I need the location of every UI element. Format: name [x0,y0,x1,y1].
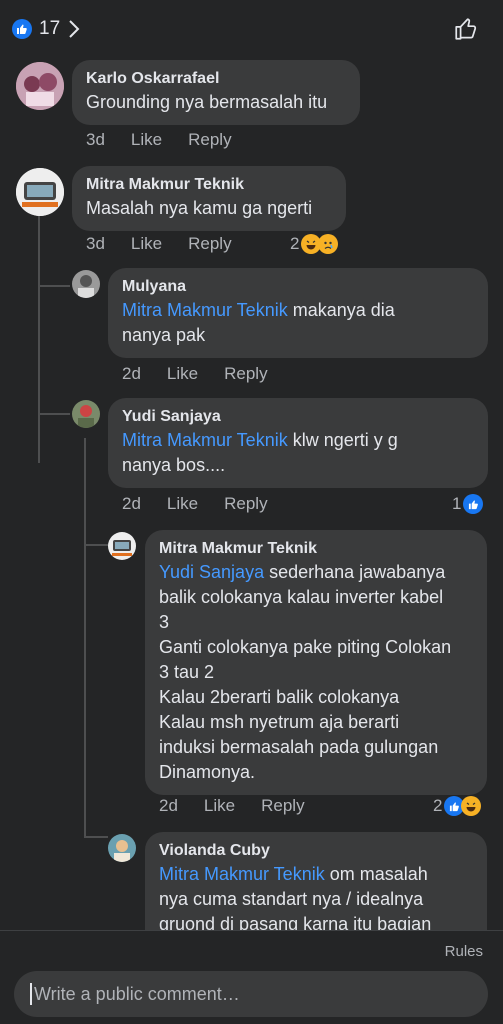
reaction-count: 2 [290,234,300,253]
like-button[interactable]: Like [167,364,198,384]
thread-line [38,285,70,287]
comment-time: 3d [86,130,105,149]
comment-text: Yudi Sanjaya sederhana jawabanya balik c… [159,562,452,782]
reaction-summary[interactable]: 2 [433,796,482,816]
thread-line [38,413,70,415]
comment-time: 2d [159,796,178,815]
like-icon [463,494,484,514]
rules-link[interactable]: Rules [445,943,483,960]
comment-time: 3d [86,234,105,253]
mention-link[interactable]: Yudi Sanjaya [159,562,264,582]
avatar[interactable] [16,62,64,110]
thumbs-up-outline-icon[interactable] [453,16,479,47]
comment-author[interactable]: Mulyana [122,276,474,298]
text-caret [30,983,32,1005]
reactions-header[interactable]: 17 [0,0,503,58]
thread-line [84,544,108,546]
thread-line [84,836,108,838]
comment-actions: 2d Like Reply [159,796,331,816]
sad-icon [318,234,339,254]
like-icon [12,19,32,39]
comment-input[interactable]: Write a public comment… [14,971,488,1017]
comment-actions: 2d Like Reply [122,364,294,384]
comment-author[interactable]: Mitra Makmur Teknik [86,174,332,196]
comment-text: Mitra Makmur Teknik makanya dia nanya pa… [122,300,395,345]
comment-bubble[interactable]: Violanda Cuby Mitra Makmur Teknik om mas… [145,832,487,930]
comment-thread[interactable]: Karlo Oskarrafael Grounding nya bermasal… [0,58,503,930]
comment-composer: Rules Write a public comment… [0,930,503,1024]
mention-link[interactable]: Mitra Makmur Teknik [159,864,325,884]
comment-bubble[interactable]: Karlo Oskarrafael Grounding nya bermasal… [72,60,360,125]
comment-actions: 3d Like Reply [86,130,258,150]
comment-bubble[interactable]: Mitra Makmur Teknik Masalah nya kamu ga … [72,166,346,231]
comment-author[interactable]: Mitra Makmur Teknik [159,538,473,560]
avatar[interactable] [108,834,136,862]
reply-button[interactable]: Reply [224,364,267,384]
comment-bubble[interactable]: Mitra Makmur Teknik Yudi Sanjaya sederha… [145,530,487,795]
like-button[interactable]: Like [204,796,235,816]
comment-author[interactable]: Karlo Oskarrafael [86,68,346,90]
avatar[interactable] [16,168,64,216]
reply-button[interactable]: Reply [224,494,267,514]
like-button[interactable]: Like [131,234,162,254]
avatar[interactable] [72,400,100,428]
reaction-count: 17 [39,18,61,39]
reaction-count: 1 [452,494,462,513]
comment-text: Grounding nya bermasalah itu [86,92,328,112]
comment-bubble[interactable]: Mulyana Mitra Makmur Teknik makanya dia … [108,268,488,358]
mention-link[interactable]: Mitra Makmur Teknik [122,430,288,450]
like-button[interactable]: Like [131,130,162,150]
like-button[interactable]: Like [167,494,198,514]
reaction-summary[interactable]: 1 [452,494,484,514]
comment-text: Masalah nya kamu ga ngerti [86,198,313,218]
thread-line [84,438,86,838]
comment-bubble[interactable]: Yudi Sanjaya Mitra Makmur Teknik klw nge… [108,398,488,488]
mention-link[interactable]: Mitra Makmur Teknik [122,300,288,320]
reply-button[interactable]: Reply [261,796,304,816]
comment-actions: 3d Like Reply [86,234,258,254]
haha-icon [461,796,482,816]
avatar[interactable] [108,532,136,560]
reply-button[interactable]: Reply [188,234,231,254]
comment-actions: 2d Like Reply [122,494,294,514]
comment-author[interactable]: Yudi Sanjaya [122,406,474,428]
avatar[interactable] [72,270,100,298]
comment-text: Mitra Makmur Teknik klw ngerti y g nanya… [122,430,398,475]
comment-time: 2d [122,494,141,513]
thread-line [38,213,40,463]
comment-text: Mitra Makmur Teknik om masalah nya cuma … [159,864,432,930]
comment-author[interactable]: Violanda Cuby [159,840,473,862]
comment-time: 2d [122,364,141,383]
reaction-count: 2 [433,796,443,815]
reaction-summary[interactable]: 2 [290,234,339,254]
chevron-right-icon[interactable] [68,19,80,39]
reply-button[interactable]: Reply [188,130,231,150]
comment-input-placeholder: Write a public comment… [34,983,240,1004]
